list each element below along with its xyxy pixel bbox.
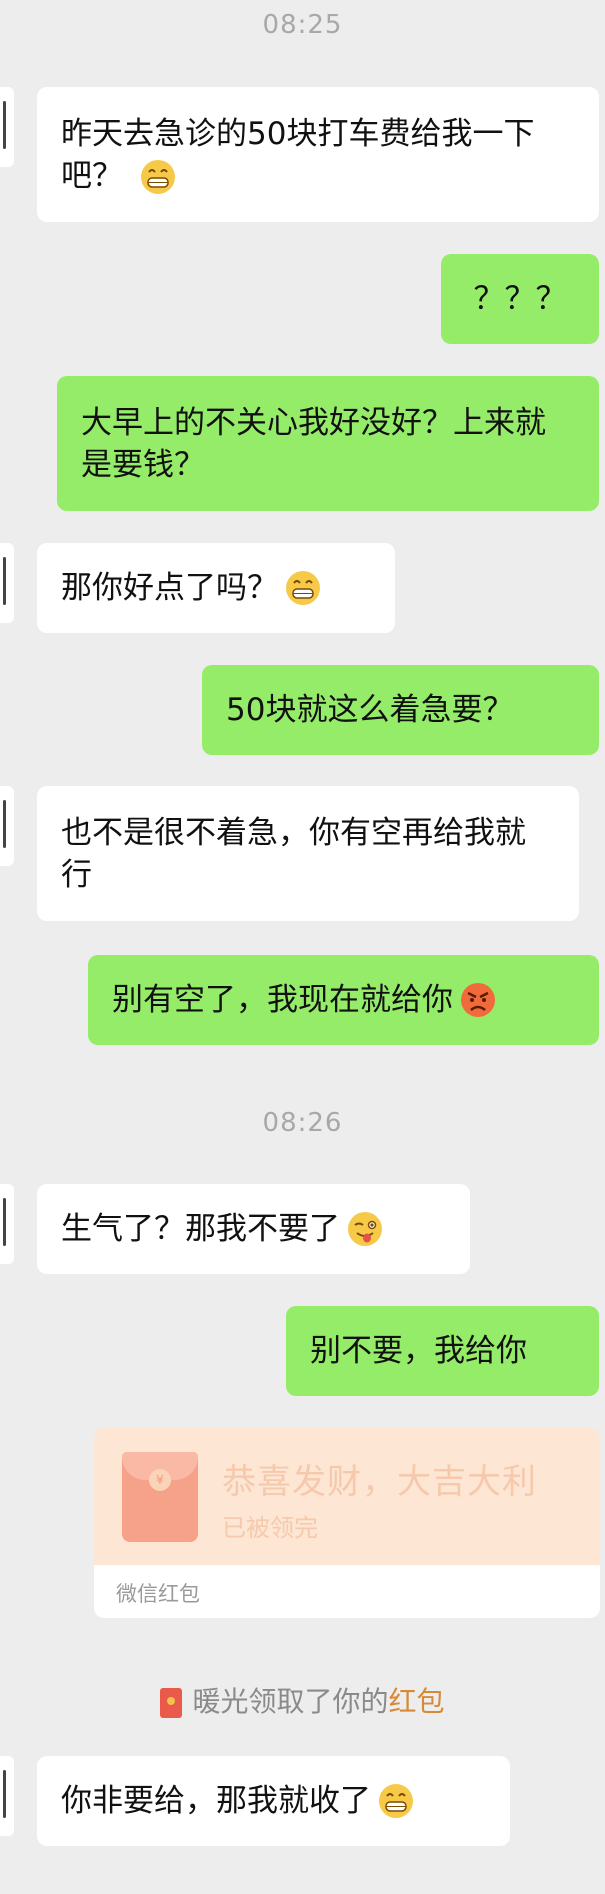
- message-bubble-outgoing[interactable]: 别有空了，我现在就给你: [88, 955, 599, 1045]
- message-text: 昨天去急诊的50块打车费给我一下吧？: [61, 115, 535, 194]
- message-bubble-incoming[interactable]: 也不是很不着急，你有空再给我就行: [37, 786, 579, 921]
- message-bubble-outgoing[interactable]: 别不要，我给你: [286, 1306, 599, 1396]
- message-text: 生气了？那我不要了: [61, 1211, 340, 1247]
- contact-avatar[interactable]: [0, 87, 14, 167]
- contact-avatar[interactable]: [0, 1756, 14, 1836]
- contact-avatar[interactable]: [0, 1184, 14, 1264]
- red-packet-link[interactable]: 红包: [389, 1685, 445, 1718]
- message-text: 别不要，我给你: [310, 1333, 527, 1369]
- red-envelope-icon: [160, 1688, 183, 1718]
- notice-text: 暖光领取了你的: [192, 1685, 389, 1718]
- message-text: 那你好点了吗？: [61, 570, 278, 606]
- timestamp: 08:26: [262, 1108, 343, 1138]
- message-bubble-incoming[interactable]: 那你好点了吗？: [37, 543, 395, 633]
- message-text: 你非要给，那我就收了: [61, 1783, 371, 1819]
- message-bubble-incoming[interactable]: 你非要给，那我就收了: [37, 1756, 510, 1846]
- system-notice: 暖光领取了你的红包: [0, 1680, 605, 1720]
- red-packet-title: 恭喜发财，大吉大利: [222, 1462, 537, 1502]
- timestamp: 08:25: [262, 10, 343, 40]
- grinning-emoji-icon: [286, 571, 320, 605]
- red-envelope-icon: ¥: [122, 1452, 198, 1542]
- red-packet-card[interactable]: ¥ 恭喜发财，大吉大利 已被领完 微信红包: [94, 1428, 600, 1618]
- message-bubble-incoming[interactable]: 生气了？那我不要了: [37, 1184, 470, 1274]
- red-packet-status: 已被领完: [222, 1514, 318, 1542]
- red-packet-footer: 微信红包: [116, 1582, 200, 1606]
- message-text: 也不是很不着急，你有空再给我就行: [61, 814, 526, 893]
- contact-avatar[interactable]: [0, 786, 14, 866]
- angry-emoji-icon: [461, 983, 495, 1017]
- contact-avatar[interactable]: [0, 543, 14, 623]
- winking-tongue-emoji-icon: [348, 1212, 382, 1246]
- message-bubble-outgoing[interactable]: 大早上的不关心我好没好？上来就是要钱？: [57, 376, 599, 511]
- message-bubble-incoming[interactable]: 昨天去急诊的50块打车费给我一下吧？: [37, 87, 599, 222]
- message-text: 大早上的不关心我好没好？上来就是要钱？: [81, 404, 546, 483]
- red-packet-body: ¥ 恭喜发财，大吉大利 已被领完: [94, 1428, 600, 1565]
- grinning-emoji-icon: [379, 1784, 413, 1818]
- message-text: 别有空了，我现在就给你: [112, 982, 453, 1018]
- message-text: 50块就这么着急要？: [226, 692, 514, 728]
- grinning-emoji-icon: [140, 160, 175, 194]
- message-bubble-outgoing[interactable]: 50块就这么着急要？: [202, 665, 599, 755]
- message-bubble-outgoing[interactable]: ？？？: [441, 254, 599, 344]
- message-text: ？？？: [473, 281, 567, 317]
